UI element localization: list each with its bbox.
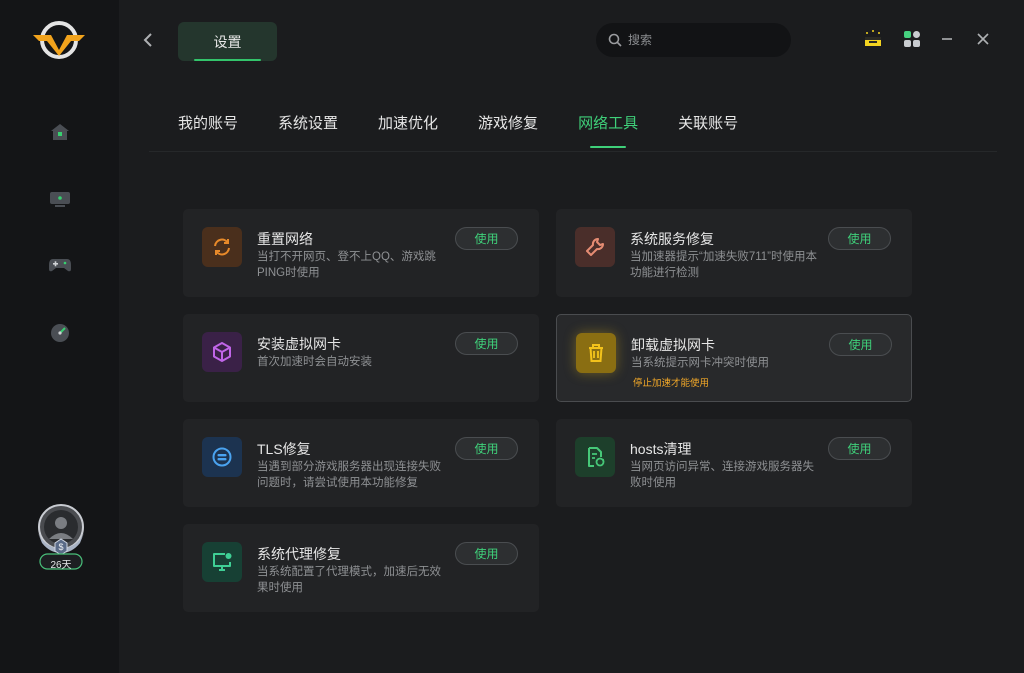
use-button-proxy-repair[interactable]: 使用 bbox=[455, 542, 518, 565]
tab-network-tools[interactable]: 网络工具 bbox=[578, 112, 638, 152]
close-icon[interactable] bbox=[972, 28, 994, 50]
back-button[interactable] bbox=[142, 30, 160, 54]
tab-game-repair[interactable]: 游戏修复 bbox=[478, 112, 538, 152]
tab-acceleration[interactable]: 加速优化 bbox=[378, 112, 438, 152]
tool-card-tls-repair: TLS修复 当遇到部分游戏服务器出现连接失败问题时，请尝试使用本功能修复 使用 bbox=[183, 419, 539, 507]
use-button-tls-repair[interactable]: 使用 bbox=[455, 437, 518, 460]
tool-description: 当系统提示网卡冲突时使用 bbox=[631, 357, 769, 369]
tool-card-reset-network: 重置网络 当打不开网页、登不上QQ、游戏跳PING时使用 使用 bbox=[183, 209, 539, 297]
search-input[interactable] bbox=[628, 33, 778, 47]
sidebar: $ 26天 bbox=[0, 0, 119, 673]
chevron-left-icon bbox=[143, 33, 152, 47]
tab-linked-accounts[interactable]: 关联账号 bbox=[678, 112, 738, 152]
tool-description: 当打不开网页、登不上QQ、游戏跳PING时使用 bbox=[257, 251, 436, 279]
use-button-service-repair[interactable]: 使用 bbox=[828, 227, 891, 250]
refresh-icon bbox=[202, 227, 242, 267]
tab-my-account[interactable]: 我的账号 bbox=[178, 112, 238, 152]
document-refresh-icon bbox=[575, 437, 615, 477]
tool-card-service-repair: 系统服务修复 当加速器提示“加速失败711”时使用本功能进行检测 使用 bbox=[556, 209, 912, 297]
tool-description: 当系统配置了代理模式，加速后无效果时使用 bbox=[257, 566, 441, 594]
gift-box-icon[interactable] bbox=[862, 28, 884, 50]
main-panel: 设置 我的账号 系统设置 加速优化 游戏修复 网络工具 关联账号 bbox=[119, 0, 1024, 673]
speedometer-icon[interactable] bbox=[46, 319, 74, 347]
tool-description: 首次加速时会自动安装 bbox=[257, 356, 372, 368]
use-button-uninstall-nic[interactable]: 使用 bbox=[829, 333, 892, 356]
cube-icon bbox=[202, 332, 242, 372]
use-button-reset-network[interactable]: 使用 bbox=[455, 227, 518, 250]
tool-title: hosts清理 bbox=[630, 441, 692, 457]
tool-title: 卸载虚拟网卡 bbox=[631, 337, 715, 353]
tool-description: 当网页访问异常、连接游戏服务器失败时使用 bbox=[630, 461, 814, 489]
tool-description: 当遇到部分游戏服务器出现连接失败问题时，请尝试使用本功能修复 bbox=[257, 461, 441, 489]
app-logo bbox=[33, 21, 85, 59]
apps-grid-icon[interactable] bbox=[901, 28, 923, 50]
wrench-icon bbox=[575, 227, 615, 267]
tool-card-hosts-cleanup: hosts清理 当网页访问异常、连接游戏服务器失败时使用 使用 bbox=[556, 419, 912, 507]
tool-title: TLS修复 bbox=[257, 441, 311, 457]
tool-warning: 停止加速才能使用 bbox=[633, 378, 710, 389]
gamepad-icon[interactable] bbox=[46, 251, 74, 279]
tool-card-install-nic: 安装虚拟网卡 首次加速时会自动安装 使用 bbox=[183, 314, 539, 402]
trash-icon bbox=[576, 333, 616, 373]
tls-icon bbox=[202, 437, 242, 477]
tool-title: 系统服务修复 bbox=[630, 231, 714, 247]
user-avatar[interactable]: $ 26天 bbox=[34, 503, 88, 573]
tabs-divider bbox=[149, 151, 997, 152]
search-icon bbox=[608, 33, 622, 47]
tool-title: 安装虚拟网卡 bbox=[257, 336, 341, 352]
tab-system-settings[interactable]: 系统设置 bbox=[278, 112, 338, 152]
tool-card-uninstall-nic: 卸载虚拟网卡 当系统提示网卡冲突时使用 停止加速才能使用 使用 bbox=[556, 314, 912, 402]
tool-description: 当加速器提示“加速失败711”时使用本功能进行检测 bbox=[630, 251, 817, 279]
search-box[interactable] bbox=[596, 23, 791, 57]
monitor-settings-icon bbox=[202, 542, 242, 582]
tool-title: 重置网络 bbox=[257, 231, 313, 247]
home-icon[interactable] bbox=[46, 118, 74, 146]
app-window: $ 26天 设置 我的账号 系统设置 加速优化 游戏修复 bbox=[0, 0, 1024, 673]
vip-badge: $ bbox=[58, 542, 64, 552]
monitor-icon[interactable] bbox=[46, 185, 74, 213]
days-remaining: 26天 bbox=[50, 560, 72, 571]
settings-tabs: 我的账号 系统设置 加速优化 游戏修复 网络工具 关联账号 bbox=[178, 112, 778, 152]
use-button-hosts-cleanup[interactable]: 使用 bbox=[828, 437, 891, 460]
tool-title: 系统代理修复 bbox=[257, 546, 341, 562]
page-title: 设置 bbox=[178, 22, 277, 61]
minimize-icon[interactable] bbox=[936, 28, 958, 50]
use-button-install-nic[interactable]: 使用 bbox=[455, 332, 518, 355]
tool-card-proxy-repair: 系统代理修复 当系统配置了代理模式，加速后无效果时使用 使用 bbox=[183, 524, 539, 612]
